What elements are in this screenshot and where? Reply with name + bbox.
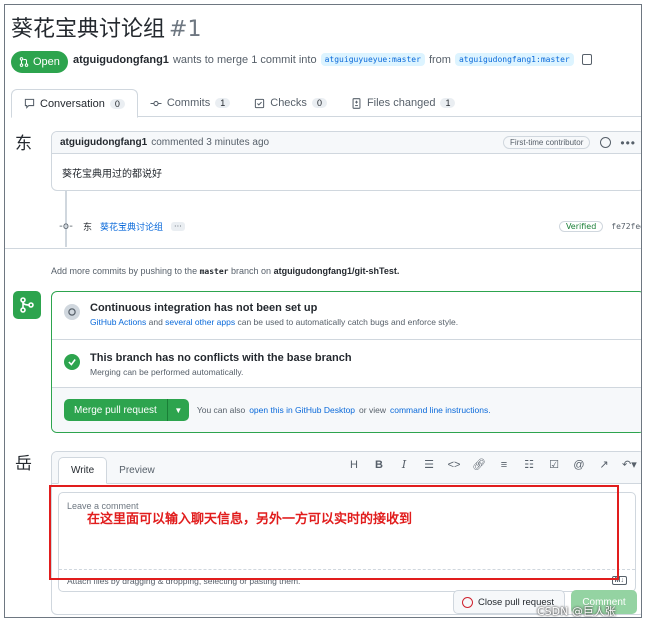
tab-label: Checks (270, 97, 307, 109)
pr-title-text: 葵花宝典讨论组 (11, 17, 166, 42)
comment-author[interactable]: atguigudongfang1 (60, 137, 147, 148)
cli-instructions-link[interactable]: command line instructions. (390, 405, 491, 415)
pr-meta: atguigudongfang1 wants to merge 1 commit… (73, 53, 592, 66)
hint-prefix: Add more commits by pushing to the (51, 266, 198, 276)
or-text: or view (359, 405, 386, 415)
ci-title: Continuous integration has not been set … (90, 302, 318, 314)
comment-icon (24, 98, 35, 109)
heading-icon[interactable]: H (347, 459, 361, 471)
tab-counter: 1 (440, 98, 456, 108)
conflict-title: This branch has no conflicts with the ba… (90, 352, 352, 364)
tab-preview[interactable]: Preview (107, 457, 167, 483)
page-title: 葵花宝典讨论组 #1 (11, 11, 201, 43)
github-desktop-link[interactable]: open this in GitHub Desktop (249, 405, 355, 415)
merge-options-caret-icon[interactable]: ▼ (166, 399, 189, 421)
close-pr-icon (462, 596, 473, 608)
hint-middle: branch on (231, 266, 272, 276)
tab-counter: 0 (109, 98, 125, 109)
code-icon[interactable]: <> (447, 459, 461, 471)
tab-write[interactable]: Write (58, 457, 108, 484)
tab-label: Commits (166, 97, 211, 109)
comment-timestamp: commented 3 minutes ago (151, 137, 270, 148)
hint-branch: master (199, 267, 229, 276)
other-apps-link[interactable]: several other apps (165, 317, 235, 327)
merge-button-group: Merge pull request ▼ (64, 399, 189, 421)
checklist-icon (255, 98, 265, 108)
commit-message[interactable]: 葵花宝典讨论组 (100, 220, 163, 233)
status-label: Open (33, 56, 60, 68)
commit-row: -o- 东 葵花宝典讨论组 ··· Verified fe72fed (57, 217, 641, 235)
avatar[interactable]: 岳 (15, 449, 32, 474)
reply-icon[interactable]: ↶▾ (622, 458, 637, 471)
contributor-badge: First-time contributor (503, 136, 591, 149)
pull-request-icon (19, 57, 29, 67)
avatar[interactable]: 东 (15, 129, 32, 154)
quote-icon[interactable]: ☰ (422, 458, 436, 471)
commit-author-avatar[interactable]: 东 (83, 220, 92, 233)
hint-repo: atguigudongfang1/git-shTest. (273, 266, 400, 276)
ci-rest: can be used to automatically catch bugs … (237, 317, 459, 327)
commit-icon (150, 100, 162, 106)
pr-author-link[interactable]: atguigudongfang1 (73, 54, 169, 66)
from-text: from (428, 53, 451, 66)
also-text: You can also (196, 405, 246, 415)
tab-files-changed[interactable]: Files changed 1 (339, 89, 468, 117)
comment-body: 葵花宝典用过的都说好 (62, 169, 162, 180)
merge-text: wants to merge 1 commit into (172, 53, 317, 66)
divider (5, 248, 641, 249)
conflict-section: This branch has no conflicts with the ba… (52, 352, 641, 377)
file-diff-icon (352, 97, 361, 109)
github-actions-link[interactable]: GitHub Actions (90, 317, 146, 327)
git-merge-icon (13, 291, 41, 319)
smiley-icon[interactable] (600, 137, 612, 148)
link-icon[interactable]: 🔗︎ (472, 458, 486, 471)
tab-label: Files changed (366, 97, 436, 109)
tab-counter: 1 (215, 98, 231, 108)
tab-checks[interactable]: Checks 0 (242, 89, 339, 117)
comment-box: atguigudongfang1 commented 3 minutes ago… (51, 131, 641, 191)
ci-desc: GitHub Actions and several other apps ca… (90, 317, 458, 327)
pr-page: 葵花宝典讨论组 #1 Open atguigudongfang1 wants to… (4, 4, 642, 618)
italic-icon[interactable]: I (397, 458, 411, 471)
base-branch[interactable]: atguiguyueyue:master (320, 53, 425, 66)
divider (52, 339, 641, 340)
tab-counter: 0 (311, 98, 327, 108)
commit-icon: -o- (59, 220, 73, 232)
tab-conversation[interactable]: Conversation 0 (11, 89, 138, 118)
annotation-box (49, 485, 619, 580)
verified-badge[interactable]: Verified (558, 220, 604, 232)
reference-icon[interactable]: ↗ (597, 458, 611, 471)
task-list-icon[interactable]: ☑ (547, 458, 561, 471)
expand-commit-button[interactable]: ··· (171, 221, 185, 231)
merge-actions: Merge pull request ▼ You can also open t… (52, 388, 641, 432)
annotation-text: 在这里面可以输入聊天信息，另外一方可以实时的接收到 (87, 512, 413, 527)
head-branch[interactable]: atguigudongfang1:master (454, 53, 574, 66)
bold-icon[interactable]: B (372, 459, 386, 471)
check-icon (64, 354, 80, 370)
watermark: CSDN @巨人张 (537, 605, 616, 618)
pr-tabs: Conversation 0 Commits 1 Checks 0 Files … (11, 89, 641, 118)
ci-and: and (148, 317, 163, 327)
add-commits-hint: Add more commits by pushing to the maste… (51, 266, 399, 276)
tab-label: Conversation (40, 97, 105, 110)
kebab-horizontal-icon[interactable]: ••• (620, 136, 636, 150)
comment-header: atguigudongfang1 commented 3 minutes ago… (52, 132, 641, 154)
ordered-list-icon[interactable]: ☷ (522, 458, 536, 471)
markdown-toolbar: H B I ☰ <> 🔗︎ ≡ ☷ ☑ @ ↗ ↶▾ (347, 458, 637, 471)
merge-pull-request-button[interactable]: Merge pull request (64, 399, 167, 421)
commit-sha[interactable]: fe72fed (611, 222, 641, 231)
status-badge: Open (11, 51, 68, 73)
conflict-desc: Merging can be performed automatically. (90, 367, 244, 377)
tab-commits[interactable]: Commits 1 (138, 89, 242, 117)
mention-icon[interactable]: @ (572, 459, 586, 471)
ci-icon (64, 304, 80, 320)
pr-number: #1 (169, 17, 202, 42)
editor-header: Write Preview H B I ☰ <> 🔗︎ ≡ ☷ ☑ @ ↗ ↶▾ (52, 452, 641, 484)
ci-section: Continuous integration has not been set … (52, 302, 641, 327)
copy-icon[interactable] (581, 54, 592, 65)
merge-box: Continuous integration has not been set … (51, 291, 641, 433)
unordered-list-icon[interactable]: ≡ (497, 459, 511, 471)
